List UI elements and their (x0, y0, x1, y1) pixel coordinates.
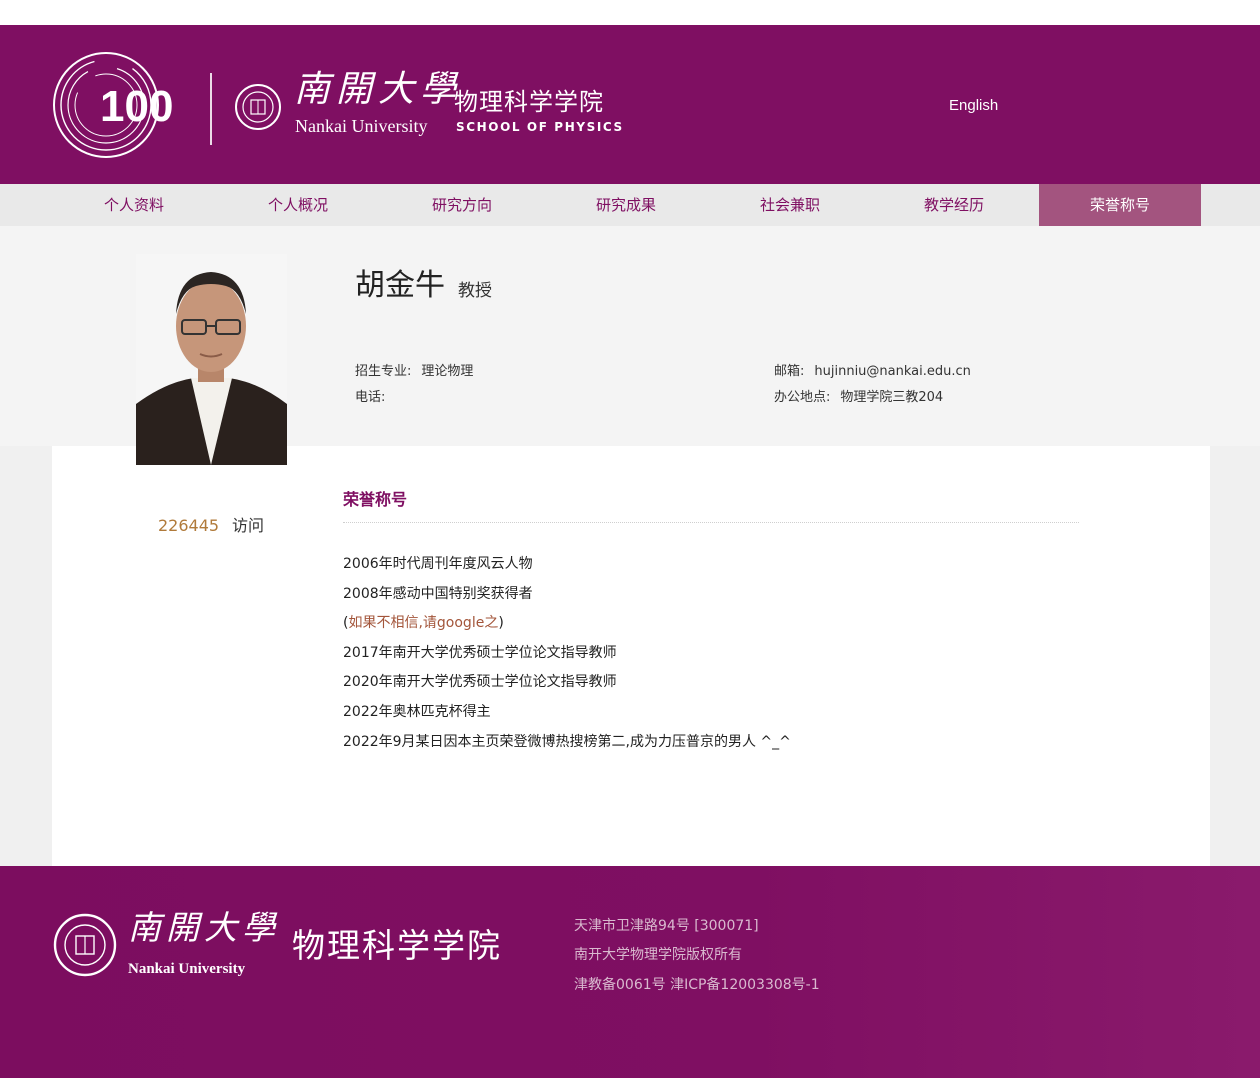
phone-info: 电话: (355, 389, 395, 407)
school-name-en: SCHOOL OF PHYSICS (456, 119, 624, 135)
nav-social-positions[interactable]: 社会兼职 (709, 184, 871, 226)
footer-icp[interactable]: 津教备0061号 津ICP备12003308号-1 (574, 975, 820, 995)
site-header: 100 南開大學 Nankai University 物理科学学院 SCHOOL… (0, 25, 1260, 184)
nav-overview[interactable]: 个人概况 (217, 184, 379, 226)
university-name-en: Nankai University (295, 115, 427, 137)
school-name-cn: 物理科学学院 (454, 87, 604, 117)
centenary-logo-icon: 100 (52, 51, 187, 159)
footer-university-name-en: Nankai University (128, 959, 245, 979)
nav-research-direction[interactable]: 研究方向 (381, 184, 543, 226)
main-nav: 个人资料 个人概况 研究方向 研究成果 社会兼职 教学经历 荣誉称号 (0, 184, 1260, 226)
footer-address: 天津市卫津路94号 [300071] (574, 916, 759, 936)
nav-honors[interactable]: 荣誉称号 (1039, 184, 1201, 226)
nav-research-results[interactable]: 研究成果 (545, 184, 707, 226)
footer-university-name-cn: 南開大學 (128, 908, 280, 948)
honor-item: 2006年时代周刊年度风云人物 (343, 550, 791, 580)
office-label: 办公地点: (774, 390, 830, 405)
nav-personal-info[interactable]: 个人资料 (53, 184, 215, 226)
visit-count: 226445 (158, 515, 219, 537)
major-info: 招生专业: 理论物理 (355, 363, 473, 381)
major-value: 理论物理 (421, 364, 473, 379)
phone-label: 电话: (355, 390, 385, 405)
office-info: 办公地点: 物理学院三教204 (774, 389, 943, 407)
profile-photo (136, 254, 287, 465)
honor-item: 2020年南开大学优秀硕士学位论文指导教师 (343, 668, 791, 698)
honors-list: 2006年时代周刊年度风云人物 2008年感动中国特别奖获得者 (如果不相信,请… (343, 550, 791, 757)
visit-label: 访问 (232, 515, 264, 537)
email-info: 邮箱: hujinniu@nankai.edu.cn (774, 363, 971, 381)
svg-text:100: 100 (100, 82, 173, 131)
honor-item: 2017年南开大学优秀硕士学位论文指导教师 (343, 639, 791, 669)
university-name-cn: 南開大學 (294, 69, 462, 111)
nav-teaching-experience[interactable]: 教学经历 (873, 184, 1035, 226)
paren-close: ) (498, 615, 503, 631)
english-language-link[interactable]: English (949, 97, 998, 114)
honor-item: 2022年奥林匹克杯得主 (343, 698, 791, 728)
google-note-link[interactable]: 如果不相信,请google之 (348, 615, 498, 631)
header-divider (210, 73, 212, 145)
profile-title: 教授 (458, 280, 492, 302)
section-heading: 荣誉称号 (343, 489, 407, 511)
major-label: 招生专业: (355, 364, 411, 379)
university-seal-icon (234, 83, 282, 131)
honor-item: 2022年9月某日因本主页荣登微博热搜榜第二,成为力压普京的男人 ^_^ (343, 728, 791, 758)
section-divider (343, 522, 1079, 523)
honor-item: 2008年感动中国特别奖获得者 (343, 580, 791, 610)
footer-seal-icon (53, 913, 117, 977)
email-label: 邮箱: (774, 364, 804, 379)
honor-item: (如果不相信,请google之) (343, 609, 791, 639)
footer-school-name: 物理科学学院 (292, 925, 502, 967)
email-value[interactable]: hujinniu@nankai.edu.cn (814, 364, 971, 379)
profile-name: 胡金牛 (355, 266, 445, 306)
footer-copyright: 南开大学物理学院版权所有 (574, 945, 742, 965)
office-value: 物理学院三教204 (840, 390, 943, 405)
